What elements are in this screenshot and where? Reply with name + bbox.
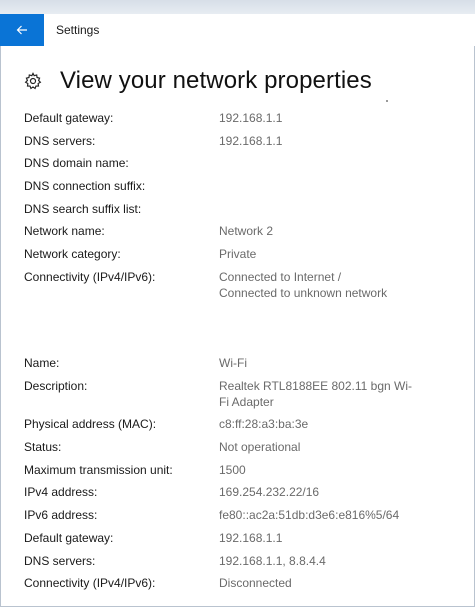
property-row: DNS search suffix list: — [24, 201, 464, 217]
property-row: Network name: Network 2 — [24, 223, 464, 239]
property-value: Network 2 — [219, 224, 274, 239]
property-row: IPv6 address: fe80::ac2a:51db:d3e6:e816%5… — [24, 507, 464, 523]
property-label: DNS servers: — [24, 553, 96, 568]
property-value: c8:ff:28:a3:ba:3e — [219, 417, 309, 432]
property-value: Wi-Fi — [219, 356, 247, 370]
property-value: 192.168.1.1 — [219, 530, 283, 545]
app-title: Settings — [56, 23, 100, 37]
property-value: 192.168.1.1 — [219, 111, 283, 125]
property-label: Default gateway: — [24, 530, 114, 545]
property-value: Not operational — [219, 440, 301, 455]
property-row: DNS connection suffix: — [24, 178, 464, 194]
property-value: Private — [219, 247, 257, 262]
property-row: Maximum transmission unit: 1500 — [24, 462, 464, 478]
property-value: Connected to Internet / Connected to unk… — [219, 269, 388, 300]
property-row: Name: Wi-Fi — [24, 355, 464, 371]
page-title: View your network properties — [60, 67, 372, 94]
property-label: IPv6 address: — [24, 508, 98, 523]
network-properties-list: Default gateway: 192.168.1.1 DNS servers: 1… — [24, 110, 464, 308]
app-header: Settings — [0, 14, 475, 46]
property-row: Default gateway: 192.168.1.1 — [24, 110, 464, 126]
gear-icon — [24, 72, 42, 90]
property-value: 1500 — [219, 462, 246, 477]
property-row: Connectivity (IPv4/IPv6): Connected to In… — [24, 269, 464, 301]
property-row: Connectivity (IPv4/IPv6): Disconnected — [24, 575, 464, 591]
property-label: Physical address (MAC): — [24, 417, 157, 432]
property-label: DNS connection suffix: — [24, 179, 146, 194]
property-label: Network name: — [24, 224, 105, 239]
property-label: Name: — [24, 356, 60, 370]
property-row: DNS domain name: — [24, 155, 464, 171]
property-label: Description: — [24, 378, 88, 393]
property-row: Physical address (MAC): c8:ff:28:a3:ba:3e — [24, 416, 464, 432]
property-value: Disconnected — [219, 576, 292, 591]
property-label: Network category: — [24, 247, 121, 262]
property-label: Connectivity (IPv4/IPv6): — [24, 269, 156, 284]
property-row: Default gateway: 192.168.1.1 — [24, 530, 464, 546]
window-titlebar — [0, 0, 475, 14]
property-row: DNS servers: 192.168.1.1, 8.8.4.4 — [24, 553, 464, 569]
property-row: Description: Realtek RTL8188EE 802.11 bgn… — [24, 378, 464, 410]
property-label: DNS search suffix list: — [24, 201, 142, 216]
property-value: fe80::ac2a:51db:d3e6:e816%5/64 — [219, 508, 400, 523]
property-value: 192.168.1.1, 8.8.4.4 — [219, 553, 326, 568]
back-button[interactable] — [0, 14, 44, 46]
property-value: Realtek RTL8188EE 802.11 bgn Wi- Fi Adap… — [219, 378, 413, 409]
property-label: Connectivity (IPv4/IPv6): — [24, 576, 156, 591]
property-label: DNS servers: — [24, 133, 96, 148]
property-value: 169.254.232.22/16 — [219, 485, 320, 500]
page-heading: View your network properties — [24, 64, 372, 98]
property-label: Maximum transmission unit: — [24, 462, 173, 477]
property-row: Status: Not operational — [24, 439, 464, 455]
property-row: DNS servers: 192.168.1.1 — [24, 133, 464, 149]
property-value: 192.168.1.1 — [219, 133, 283, 148]
adapter-properties-list: Name: Wi-Fi Description: Realtek RTL8188EE … — [24, 355, 464, 598]
back-arrow-icon — [16, 25, 27, 35]
stray-dot — [386, 100, 388, 102]
property-row: Network category: Private — [24, 246, 464, 262]
property-label: Status: — [24, 440, 62, 455]
property-label: IPv4 address: — [24, 485, 98, 500]
property-label: DNS domain name: — [24, 156, 129, 171]
property-label: Default gateway: — [24, 111, 114, 125]
property-row: IPv4 address: 169.254.232.22/16 — [24, 484, 464, 500]
